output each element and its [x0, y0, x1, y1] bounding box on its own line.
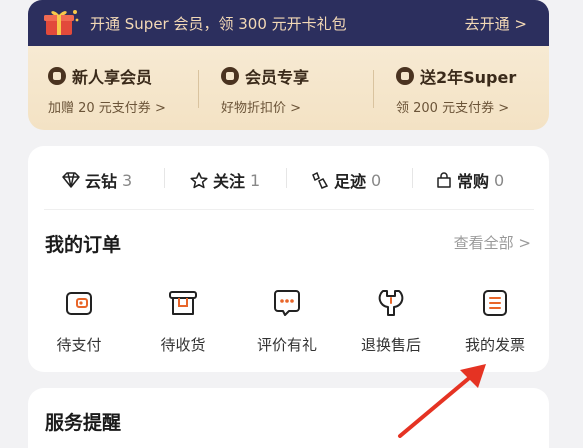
stat-label: 足迹 — [334, 172, 367, 191]
stat-count: 1 — [250, 170, 261, 190]
banner-text: 开通 Super 会员，领 300 元开卡礼包 — [90, 15, 347, 33]
order-pending-payment[interactable]: 待支付 — [34, 286, 124, 355]
order-label: 我的发票 — [464, 336, 525, 354]
badge-icon — [48, 67, 66, 85]
stat-footprints[interactable]: 足迹 0 — [311, 168, 381, 192]
bag-icon — [221, 67, 239, 85]
stat-label: 常购 — [457, 172, 490, 191]
stat-cloud-diamond[interactable]: 云钻 3 — [62, 168, 132, 192]
perk-divider — [198, 70, 199, 108]
order-label: 待支付 — [56, 336, 102, 354]
account-card: 云钻 3 关注 1 足迹 0 常购 0 我的订单 查看全部 > 待支付 待收货 … — [28, 146, 549, 372]
service-reminder-card: 服务提醒 — [28, 388, 549, 448]
stat-count: 0 — [494, 170, 505, 190]
stat-label: 关注 — [213, 172, 246, 191]
perk-title: 会员专享 — [245, 68, 310, 87]
stats-row: 云钻 3 关注 1 足迹 0 常购 0 — [28, 146, 549, 208]
perk-new-member[interactable]: 新人享会员 加赠 20 元支付券 > — [48, 64, 166, 116]
stat-count: 0 — [371, 170, 382, 190]
stat-divider — [412, 168, 413, 188]
stat-frequent-buys[interactable]: 常购 0 — [436, 168, 504, 192]
invoice-icon — [483, 290, 507, 316]
order-label: 退换售后 — [360, 336, 421, 354]
comment-icon — [274, 290, 300, 316]
perk-divider — [373, 70, 374, 108]
gift-icon — [396, 67, 414, 85]
order-review[interactable]: 评价有礼 — [242, 286, 332, 355]
perk-member-exclusive[interactable]: 会员专享 好物折扣价 > — [221, 64, 309, 116]
order-label: 评价有礼 — [256, 336, 317, 354]
stat-label: 云钻 — [85, 172, 118, 191]
wrench-icon — [378, 290, 404, 316]
stat-following[interactable]: 关注 1 — [190, 168, 260, 192]
member-perks-panel: 新人享会员 加赠 20 元支付券 > 会员专享 好物折扣价 > 送2年Super… — [28, 46, 549, 130]
section-divider — [44, 209, 534, 210]
perk-title: 新人享会员 — [72, 68, 153, 87]
shopping-bag-icon — [437, 171, 451, 188]
open-membership-link[interactable]: 去开通 > — [465, 13, 527, 34]
perk-free-super[interactable]: 送2年Super 领 200 元支付券 > — [396, 64, 516, 116]
perk-subtitle: 好物折扣价 > — [221, 101, 302, 116]
super-member-banner[interactable]: 开通 Super 会员，领 300 元开卡礼包 去开通 > — [28, 0, 549, 48]
gift-box-icon — [44, 10, 79, 35]
order-label: 待收货 — [160, 336, 206, 354]
perk-title: 送2年Super — [420, 68, 517, 87]
service-reminder-title: 服务提醒 — [45, 412, 122, 434]
perk-subtitle: 领 200 元支付券 > — [396, 101, 510, 116]
perk-subtitle: 加赠 20 元支付券 > — [48, 101, 166, 116]
stat-count: 3 — [122, 170, 133, 190]
order-pending-receipt[interactable]: 待收货 — [138, 286, 228, 355]
star-icon — [190, 171, 208, 188]
stat-divider — [164, 168, 165, 188]
diamond-icon — [62, 172, 80, 188]
wallet-icon — [66, 292, 92, 315]
footprint-icon — [312, 171, 329, 189]
order-my-invoice[interactable]: 我的发票 — [450, 286, 540, 355]
view-all-orders-link[interactable]: 查看全部 > — [454, 232, 531, 253]
order-after-sales[interactable]: 退换售后 — [346, 286, 436, 355]
package-icon — [169, 291, 197, 315]
my-orders-title: 我的订单 — [45, 234, 122, 256]
stat-divider — [286, 168, 287, 188]
